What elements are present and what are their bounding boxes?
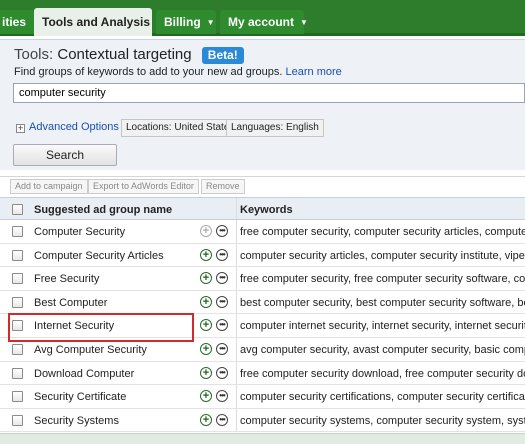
column-divider — [236, 408, 237, 432]
column-header-keywords: Keywords — [240, 204, 293, 216]
row-checkbox[interactable] — [12, 391, 23, 403]
column-header-name: Suggested ad group name — [34, 204, 173, 216]
add-plus-icon[interactable]: + — [200, 390, 212, 403]
beta-badge: Beta! — [201, 47, 244, 64]
row-checkbox[interactable] — [12, 414, 23, 426]
search-button[interactable]: Search — [13, 144, 117, 166]
ad-group-name: Security Systems — [34, 414, 119, 427]
ad-group-name: Security Certificate — [34, 391, 127, 404]
languages-pill[interactable]: Languages: English — [226, 119, 324, 137]
table-row[interactable]: Security Systems + ••• computer security sy… — [0, 408, 525, 433]
more-options-icon[interactable]: ••• — [216, 225, 228, 237]
more-options-icon[interactable]: ••• — [216, 343, 228, 355]
column-divider — [236, 267, 237, 290]
locations-pill[interactable]: Locations: United States — [121, 119, 240, 137]
advanced-options-link[interactable]: Advanced Options — [29, 121, 119, 133]
ad-group-name: Download Computer — [34, 367, 135, 380]
add-plus-icon[interactable]: + — [200, 225, 212, 237]
add-plus-icon[interactable]: + — [200, 366, 212, 379]
highlight-box — [8, 313, 194, 342]
add-plus-icon[interactable]: + — [200, 272, 212, 285]
keywords-cell: best computer security, best computer se… — [240, 296, 525, 309]
more-options-icon[interactable]: ••• — [216, 272, 228, 285]
tab-label: My account — [228, 15, 295, 29]
more-options-icon[interactable]: ••• — [216, 366, 228, 379]
row-checkbox[interactable] — [12, 296, 23, 308]
learn-more-link[interactable]: Learn more — [286, 66, 342, 78]
table-row[interactable]: Best Computer + ••• best computer security,… — [0, 290, 525, 315]
keywords-cell: free computer security, computer securit… — [240, 226, 525, 238]
row-checkbox[interactable] — [12, 344, 23, 355]
row-checkbox[interactable] — [12, 273, 23, 285]
table-row[interactable]: Computer Security + ••• free computer secur… — [0, 220, 525, 244]
add-plus-icon[interactable]: + — [200, 319, 212, 332]
table-header: Suggested ad group name Keywords — [0, 197, 525, 220]
keywords-cell: free computer security, free computer se… — [240, 273, 525, 286]
tab-billing[interactable]: Billing ▼ — [156, 10, 216, 34]
tab-my-account[interactable]: My account ▼ — [220, 10, 308, 34]
row-checkbox[interactable] — [12, 367, 23, 379]
tab-tools-and-analysis[interactable]: Tools and Analysis▼ — [34, 8, 164, 36]
ad-group-name: Computer Security Articles — [34, 249, 164, 262]
tab-opportunities[interactable]: ities — [0, 10, 35, 34]
add-plus-icon[interactable]: + — [200, 343, 212, 355]
description-text: Find groups of keywords to add to your n… — [14, 66, 283, 78]
more-options-icon[interactable]: ••• — [216, 390, 228, 403]
add-plus-icon[interactable]: + — [200, 413, 212, 426]
ad-group-name: Free Security — [34, 273, 100, 286]
advanced-options-toggle[interactable]: + Advanced Options — [16, 121, 119, 133]
title-text: Contextual targeting — [57, 46, 192, 63]
top-nav: ities Tools and Analysis▼ Billing▼ My ac… — [0, 0, 525, 36]
table-row[interactable]: Download Computer + ••• free computer secur… — [0, 361, 525, 386]
row-checkbox[interactable] — [12, 226, 23, 237]
column-divider — [236, 198, 237, 219]
tab-label: Billing — [164, 15, 201, 29]
column-divider — [236, 290, 237, 314]
bottom-bar — [0, 433, 525, 444]
page-title: Tools: Contextual targeting Beta! — [14, 46, 244, 64]
keywords-cell: computer security articles, computer sec… — [240, 249, 525, 262]
table-row[interactable]: Security Certificate + ••• computer securit… — [0, 385, 525, 409]
tools-panel: Tools: Contextual targeting Beta! Find g… — [0, 39, 525, 170]
chevron-down-icon: ▼ — [300, 18, 308, 27]
results-toolbar: Add to campaign Export to AdWords Editor… — [0, 176, 525, 196]
export-button[interactable]: Export to AdWords Editor — [88, 179, 199, 194]
column-divider — [236, 314, 237, 337]
page-description: Find groups of keywords to add to your n… — [14, 66, 342, 78]
keywords-cell: avg computer security, avast computer se… — [240, 344, 525, 356]
ad-group-name: Avg Computer Security — [34, 344, 147, 356]
title-prefix: Tools: — [14, 46, 54, 63]
more-options-icon[interactable]: ••• — [216, 413, 228, 426]
table-row[interactable]: Free Security + ••• free computer security,… — [0, 267, 525, 291]
add-plus-icon[interactable]: + — [200, 248, 212, 261]
tab-label: ities — [2, 15, 27, 29]
add-plus-icon[interactable]: + — [200, 295, 212, 308]
tab-label: Tools and Analysis — [42, 15, 151, 29]
ad-group-name: Computer Security — [34, 226, 126, 238]
keywords-cell: computer internet security, internet sec… — [240, 320, 525, 333]
expand-plus-icon: + — [16, 123, 25, 133]
keyword-search-input[interactable] — [13, 83, 525, 103]
remove-button[interactable]: Remove — [201, 179, 245, 194]
more-options-icon[interactable]: ••• — [216, 319, 228, 332]
column-divider — [236, 220, 237, 243]
chevron-down-icon: ▼ — [206, 18, 215, 27]
row-checkbox[interactable] — [12, 249, 23, 261]
keywords-cell: free computer security download, free co… — [240, 367, 525, 380]
more-options-icon[interactable]: ••• — [216, 248, 228, 261]
keywords-cell: computer security systems, computer secu… — [240, 414, 525, 427]
column-divider — [236, 243, 237, 267]
column-divider — [236, 385, 237, 408]
add-to-campaign-button[interactable]: Add to campaign — [10, 179, 88, 194]
select-all-checkbox[interactable] — [12, 204, 23, 215]
keywords-cell: computer security certifications, comput… — [240, 391, 525, 404]
table-row[interactable]: Computer Security Articles + ••• computer s… — [0, 243, 525, 268]
column-divider — [236, 338, 237, 361]
ad-group-name: Best Computer — [34, 296, 108, 309]
column-divider — [236, 361, 237, 385]
more-options-icon[interactable]: ••• — [216, 295, 228, 308]
